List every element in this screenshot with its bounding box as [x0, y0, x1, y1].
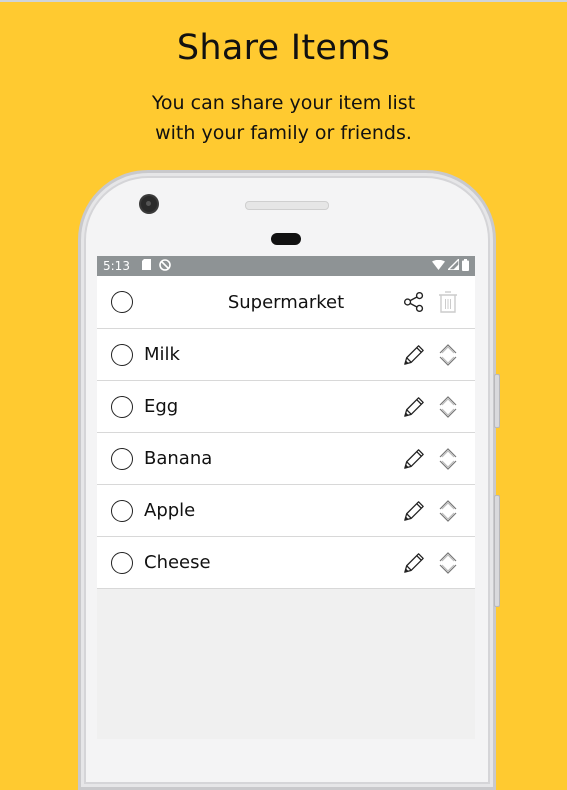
sd-card-icon — [141, 259, 151, 273]
promo-subtitle-line-2: with your family or friends. — [155, 122, 412, 144]
promo-subtitle: You can share your item list with your f… — [0, 88, 567, 148]
wifi-icon — [432, 259, 445, 273]
list-item[interactable]: Milk — [97, 329, 475, 381]
item-checkbox[interactable] — [111, 447, 133, 470]
item-label: Egg — [144, 396, 179, 417]
phone-power-button — [494, 374, 500, 428]
pencil-icon[interactable] — [403, 394, 425, 420]
item-label: Banana — [144, 448, 213, 469]
earpiece-speaker — [245, 201, 329, 210]
pencil-icon[interactable] — [403, 342, 425, 368]
top-border — [0, 0, 567, 2]
battery-icon — [462, 258, 469, 274]
promo-title: Share Items — [176, 28, 391, 68]
reorder-icon[interactable] — [437, 342, 459, 368]
item-checkbox[interactable] — [111, 343, 133, 366]
status-time: 5:13 — [103, 259, 130, 273]
front-camera — [141, 196, 157, 212]
reorder-icon[interactable] — [437, 446, 459, 472]
pencil-icon[interactable] — [403, 498, 425, 524]
pencil-icon[interactable] — [403, 446, 425, 472]
proximity-sensor — [271, 233, 301, 245]
item-label: Apple — [144, 500, 196, 521]
item-checkbox[interactable] — [111, 551, 133, 574]
trash-icon[interactable] — [437, 289, 459, 315]
list-item[interactable]: Apple — [97, 485, 475, 537]
share-icon[interactable] — [403, 289, 425, 315]
item-checkbox[interactable] — [111, 395, 133, 418]
cell-signal-icon — [446, 257, 460, 273]
phone-screen: 5:13 Supermarket Milk Egg Banana Apple C… — [97, 256, 475, 739]
item-label: Milk — [144, 344, 180, 365]
item-list: Milk Egg Banana Apple Cheese — [97, 329, 475, 589]
item-label: Cheese — [144, 552, 211, 573]
list-item[interactable]: Cheese — [97, 537, 475, 589]
do-not-disturb-icon — [159, 258, 171, 274]
list-item[interactable]: Banana — [97, 433, 475, 485]
reorder-icon[interactable] — [437, 394, 459, 420]
reorder-icon[interactable] — [437, 550, 459, 576]
item-checkbox[interactable] — [111, 499, 133, 522]
promo-subtitle-line-1: You can share your item list — [151, 92, 416, 114]
status-bar: 5:13 — [97, 256, 475, 276]
list-header: Supermarket — [97, 276, 475, 329]
phone-volume-button — [494, 495, 500, 607]
list-item[interactable]: Egg — [97, 381, 475, 433]
pencil-icon[interactable] — [403, 550, 425, 576]
reorder-icon[interactable] — [437, 498, 459, 524]
